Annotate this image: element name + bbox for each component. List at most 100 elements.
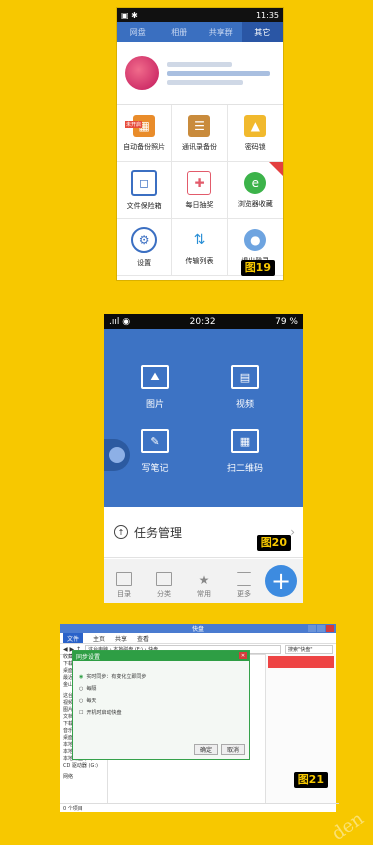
tab-label: 更多 [237, 590, 251, 598]
browser-favorites-button[interactable]: e 浏览器收藏 [227, 162, 283, 219]
add-button[interactable]: + [265, 565, 297, 597]
transfer-list-button[interactable]: ⇅ 传输列表 [172, 219, 228, 276]
sync-settings-dialog: 同步设置 ✕ ◉ 实时同步：有变化立即同步 ○ 每隔 ○ 每天 ☐ 开机时启动快盘 确定… [72, 650, 250, 760]
top-tabs: 网盘 相册 共享群 其它 [117, 22, 283, 42]
photo-backup-button[interactable]: ▦ 未开启 自动备份照片 [117, 105, 173, 162]
item-label: 写笔记 [141, 464, 169, 474]
startup-checkbox[interactable]: ☐ 开机时启动快盘 [79, 707, 243, 719]
password-lock-button[interactable]: ▲ 密码锁 [227, 105, 283, 162]
promo-banner[interactable] [268, 656, 334, 668]
grid-icon [156, 572, 172, 586]
grid-label: 自动备份照片 [123, 142, 166, 151]
tab-other[interactable]: 其它 [241, 22, 283, 42]
cancel-button[interactable]: 取消 [220, 744, 245, 755]
grid-label: 文件保险箱 [126, 201, 162, 210]
gift-icon: ✚ [187, 170, 212, 195]
avatar [125, 56, 159, 90]
logout-icon: ● [244, 228, 267, 251]
status-time: 20:32 [189, 316, 216, 327]
tab-category[interactable]: 分类 [144, 572, 184, 603]
search-input[interactable]: 搜索"快盘" [285, 644, 333, 654]
ok-button[interactable]: 确定 [193, 744, 218, 755]
browser-icon: e [244, 171, 267, 194]
ribbon-file[interactable]: 文件 [63, 633, 84, 643]
ribbon-share[interactable]: 共享 [115, 634, 127, 643]
window-titlebar: 快盘 [60, 624, 336, 633]
item-label: 扫二维码 [226, 464, 263, 474]
maximize-button[interactable] [317, 625, 325, 632]
nav-item[interactable]: CD 驱动器 (G:) [63, 763, 107, 770]
arrow-up-icon: ↑ [114, 525, 128, 539]
settings-icon: ⚙ [131, 226, 158, 253]
qrcode-button[interactable]: ▦ 扫二维码 [210, 429, 280, 474]
interval-sync-option[interactable]: ○ 每隔 [79, 683, 243, 695]
tab-netdisk[interactable]: 网盘 [117, 22, 159, 42]
battery-text: 79 % [275, 316, 298, 327]
settings-button[interactable]: ⚙ 设置 [117, 219, 173, 276]
contacts-backup-button[interactable]: ☰ 通讯录备份 [172, 105, 228, 162]
desktop-window: 快盘 文件 主页 共享 查看 ◀ ▶ ↑ 这台电脑 › 本地磁盘 (F:) › … [60, 624, 339, 812]
radio-selected-icon: ◉ [79, 674, 84, 680]
status-badge: 未开启 [125, 121, 143, 128]
image-icon: ⛰ [141, 365, 169, 389]
menu-icon [237, 572, 251, 586]
storage-text [167, 79, 243, 85]
qrcode-icon: ▦ [231, 429, 259, 453]
grid-label: 设置 [137, 258, 152, 267]
grid-label: 浏览器收藏 [237, 199, 273, 208]
tab-album[interactable]: 相册 [159, 22, 201, 42]
directory-icon [116, 572, 132, 586]
tab-more[interactable]: 更多 [224, 572, 264, 603]
status-bar: ▣ ✱ 11:35 [117, 8, 283, 22]
daily-sync-option[interactable]: ○ 每天 [79, 695, 243, 707]
grid-label: 通讯录备份 [181, 142, 217, 151]
video-button[interactable]: ▤ 视频 [210, 365, 280, 410]
phone-screen-1: ▣ ✱ 11:35 网盘 相册 共享群 其它 ▦ 未开启 自动备份照片 ☰ 通讯录… [117, 8, 283, 280]
grid-label: 密码锁 [244, 142, 266, 151]
dialog-title: 同步设置 [76, 653, 101, 661]
window-title: 快盘 [191, 626, 204, 633]
option-label: 每天 [86, 698, 97, 704]
image-button[interactable]: ⛰ 图片 [120, 365, 190, 410]
new-corner-badge [268, 162, 283, 176]
star-icon: ★ [198, 573, 210, 587]
note-icon: ✎ [141, 429, 169, 453]
feature-grid: ▦ 未开启 自动备份照片 ☰ 通讯录备份 ▲ 密码锁 ◻ 文件保险箱 ✚ 每日抽… [117, 105, 283, 276]
tab-label: 常用 [197, 590, 211, 598]
item-label: 视频 [235, 400, 254, 410]
minimize-button[interactable] [308, 625, 316, 632]
realtime-sync-option[interactable]: ◉ 实时同步：有变化立即同步 [79, 671, 243, 683]
dialog-header: 同步设置 ✕ [73, 651, 249, 661]
close-button[interactable] [326, 625, 334, 632]
tab-directory[interactable]: 目录 [104, 572, 144, 603]
status-time: 11:35 [255, 10, 279, 20]
nav-item[interactable]: 网络 [63, 774, 107, 781]
figure-label: 图19 [240, 260, 275, 276]
tab-favorites[interactable]: ★ 常用 [184, 574, 224, 603]
grid-label: 传输列表 [185, 256, 214, 265]
ribbon-view[interactable]: 查看 [137, 634, 149, 643]
daily-lottery-button[interactable]: ✚ 每日抽奖 [172, 162, 228, 219]
note-button[interactable]: ✎ 写笔记 [120, 429, 190, 474]
ribbon-tabs: 文件 主页 共享 查看 [60, 633, 336, 644]
task-label: 任务管理 [134, 525, 183, 540]
status-bar: 0 个项目 [60, 803, 339, 812]
option-label: 开机时启动快盘 [86, 710, 122, 716]
checkbox-icon: ☐ [79, 710, 84, 716]
ribbon-home[interactable]: 主页 [93, 634, 105, 643]
dialog-close-button[interactable]: ✕ [239, 652, 247, 659]
status-bar: .ııl ◉ 20:32 79 % [104, 314, 303, 329]
transfer-icon: ⇅ [188, 228, 211, 251]
watermark: den [328, 808, 368, 845]
figure-label: 图21 [293, 772, 328, 788]
username-placeholder [167, 61, 232, 67]
profile-card[interactable] [117, 42, 283, 105]
option-label: 每隔 [86, 686, 97, 692]
safe-box-button[interactable]: ◻ 文件保险箱 [117, 162, 173, 219]
tab-label: 目录 [117, 590, 131, 598]
tab-share-group[interactable]: 共享群 [200, 22, 242, 42]
video-icon: ▤ [231, 365, 259, 389]
option-label: 实时同步：有变化立即同步 [86, 674, 147, 680]
contacts-backup-icon: ☰ [188, 114, 211, 137]
item-label: 图片 [145, 400, 164, 410]
